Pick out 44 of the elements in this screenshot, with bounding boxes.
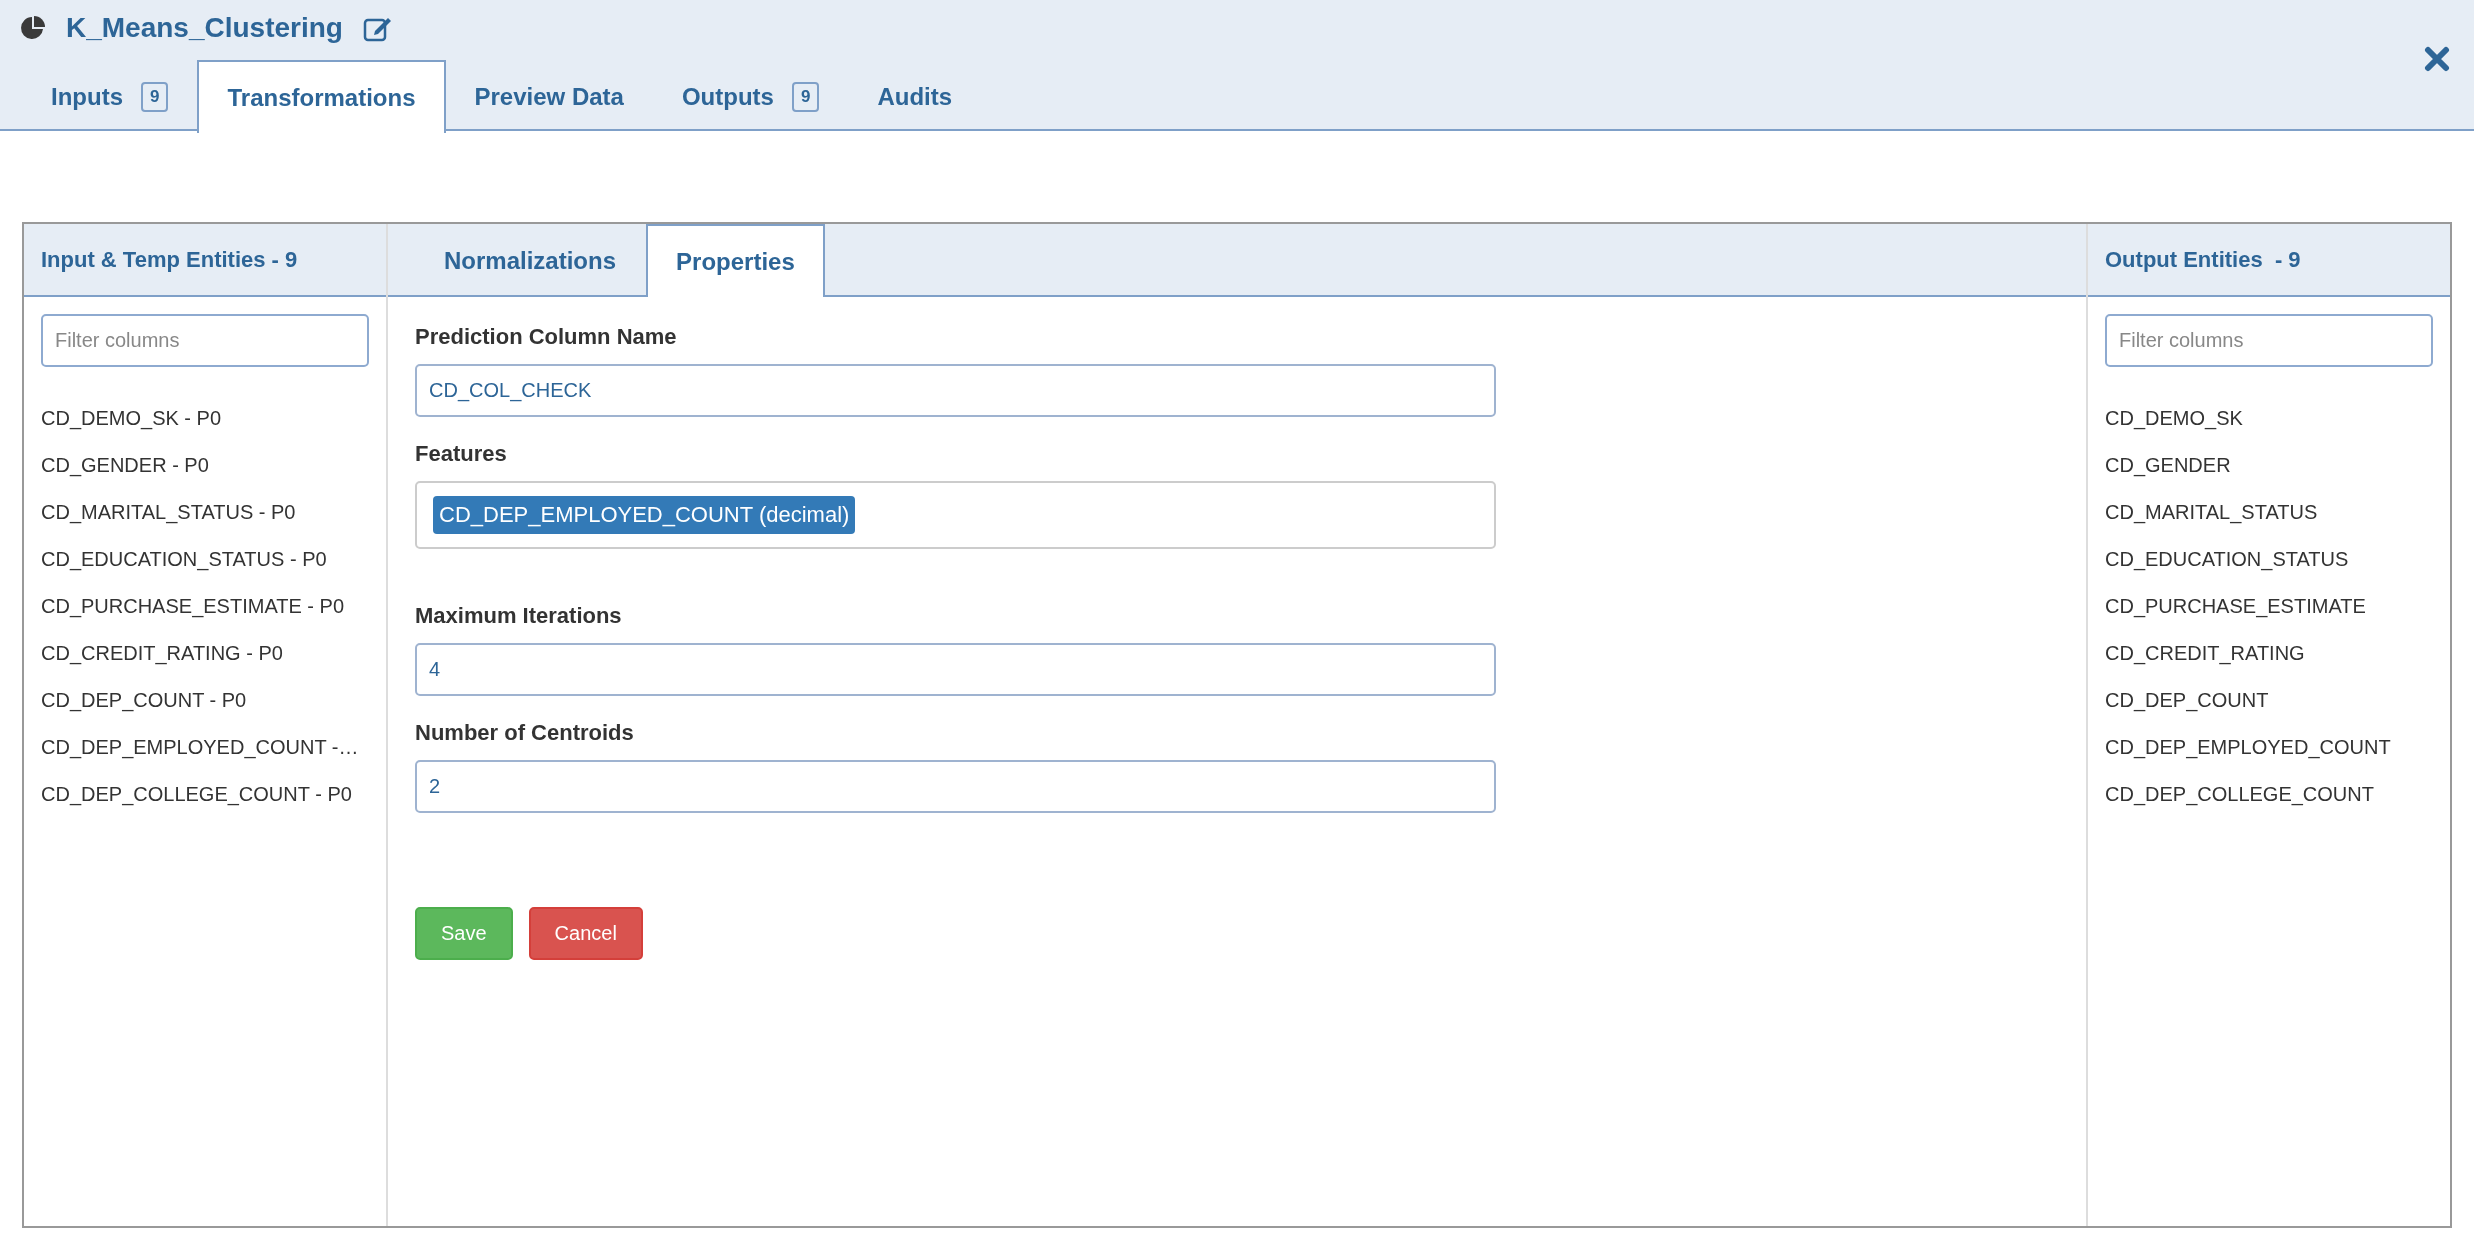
cancel-button[interactable]: Cancel [528,907,643,960]
tab[interactable]: Audits [848,60,982,131]
text-field[interactable]: 4 [415,643,1496,696]
panel-title: Input & Temp Entities - 9 [41,246,298,273]
tab[interactable]: Properties [646,224,825,297]
column-item[interactable]: CD_DEP_COUNT [2088,677,2450,724]
column-item[interactable]: CD_DEP_COLLEGE_COUNT [2088,771,2450,818]
column-item[interactable]: CD_DEP_COLLEGE_COUNT - P0 [24,771,386,818]
close-icon[interactable] [2424,46,2450,72]
column-item[interactable]: CD_DEMO_SK - P0 [24,395,386,442]
column-item[interactable]: CD_MARITAL_STATUS [2088,489,2450,536]
text-field[interactable]: CD_COL_CHECK [415,364,1496,417]
column-item[interactable]: CD_DEP_EMPLOYED_COUNT -… [24,724,386,771]
pie-chart-icon [20,15,46,41]
window-title: K_Means_Clustering [66,12,343,44]
column-item[interactable]: CD_CREDIT_RATING [2088,630,2450,677]
features-field[interactable]: CD_DEP_EMPLOYED_COUNT (decimal) [415,481,1496,549]
tab[interactable]: Normalizations [414,224,647,295]
column-item[interactable]: CD_PURCHASE_ESTIMATE - P0 [24,583,386,630]
count-badge: 9 [791,81,820,112]
column-item[interactable]: CD_MARITAL_STATUS - P0 [24,489,386,536]
panel-title: Output Entities - 9 [2105,246,2301,273]
column-item[interactable]: CD_DEP_COUNT - P0 [24,677,386,724]
column-item[interactable]: CD_CREDIT_RATING - P0 [24,630,386,677]
tab[interactable]: Preview Data [445,60,653,131]
field-label: Maximum Iterations [415,603,623,629]
column-item[interactable]: CD_GENDER [2088,442,2450,489]
feature-tag[interactable]: CD_DEP_EMPLOYED_COUNT (decimal) [433,496,856,534]
tab[interactable]: Transformations [197,60,446,133]
filter-field[interactable]: Filter columns [41,314,369,367]
text-field[interactable]: 2 [415,760,1496,813]
tab[interactable]: Inputs 9 [22,60,198,131]
column-item[interactable]: CD_PURCHASE_ESTIMATE [2088,583,2450,630]
column-item[interactable]: CD_EDUCATION_STATUS - P0 [24,536,386,583]
column-item[interactable]: CD_DEMO_SK [2088,395,2450,442]
field-label: Prediction Column Name [415,324,678,350]
field-label: Number of Centroids [415,720,635,746]
column-item[interactable]: CD_GENDER - P0 [24,442,386,489]
count-badge: 9 [141,81,169,112]
filter-field[interactable]: Filter columns [2105,314,2433,367]
field-label: Features [415,441,508,467]
tab[interactable]: Outputs 9 [652,60,849,131]
column-item[interactable]: CD_EDUCATION_STATUS [2088,536,2450,583]
column-item[interactable]: CD_DEP_EMPLOYED_COUNT [2088,724,2450,771]
